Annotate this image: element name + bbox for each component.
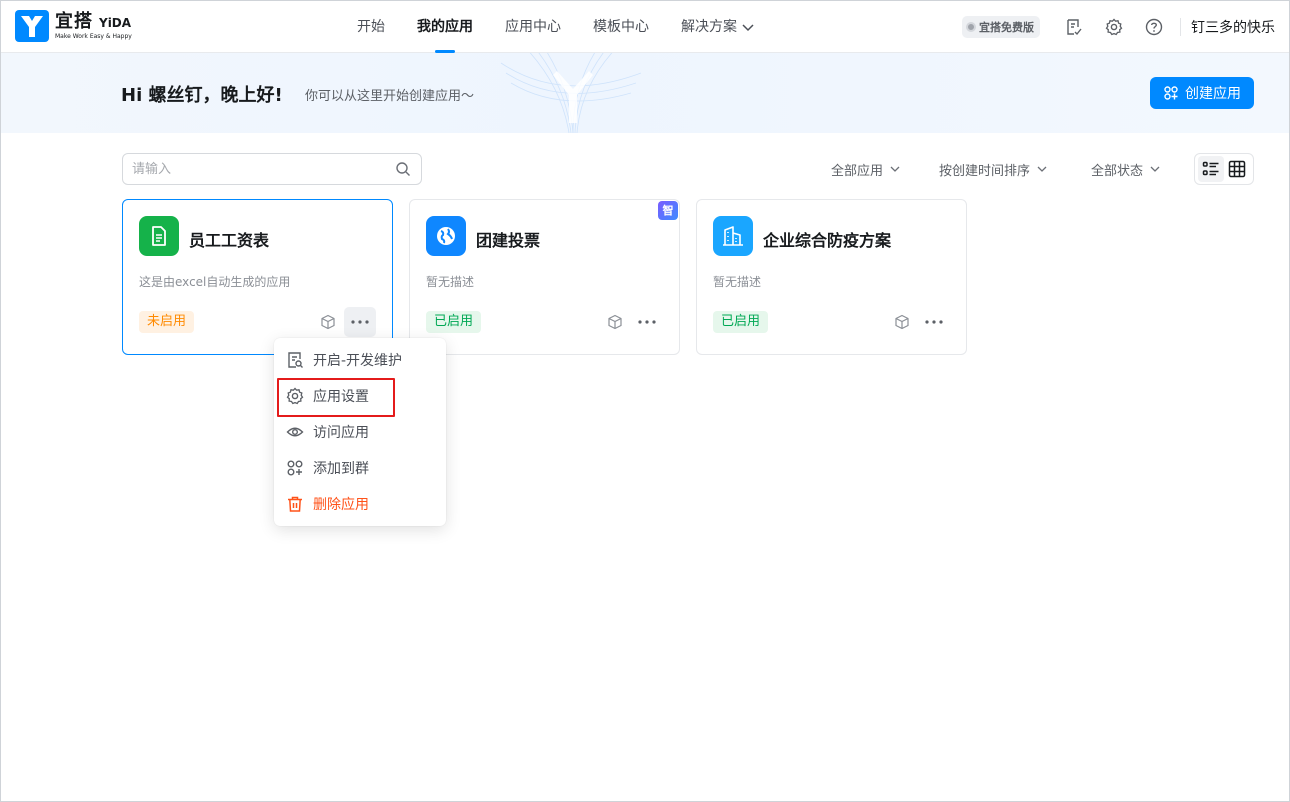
app-description: 暂无描述 <box>713 275 762 289</box>
badge-dot-icon <box>966 22 976 32</box>
cube-icon[interactable] <box>894 314 910 330</box>
yida-logo-icon <box>15 10 49 42</box>
app-description: 这是由excel自动生成的应用 <box>139 275 291 289</box>
ai-tag-badge: 智 <box>658 201 678 220</box>
app-card[interactable]: 智 团建投票 暂无描述 已启用 <box>409 199 680 355</box>
brand-name-en: YiDA <box>99 16 132 30</box>
more-options-button[interactable] <box>918 307 950 337</box>
chevron-down-icon <box>1150 166 1160 172</box>
menu-item-label: 开启-开发维护 <box>313 353 403 369</box>
grid-view-icon[interactable] <box>1224 156 1250 182</box>
app-card[interactable]: 企业综合防疫方案 暂无描述 已启用 <box>696 199 967 355</box>
menu-item-dev-maintain[interactable]: 开启-开发维护 <box>274 342 446 378</box>
eye-icon <box>286 423 304 441</box>
banner-decoration-icon <box>500 53 642 133</box>
app-description: 暂无描述 <box>426 275 475 289</box>
nav-item-start[interactable]: 开始 <box>345 1 397 53</box>
add-group-icon <box>286 459 304 477</box>
status-badge: 已启用 <box>713 311 769 333</box>
sort-dropdown[interactable]: 按创建时间排序 <box>939 153 1048 185</box>
nav-item-app-center[interactable]: 应用中心 <box>493 1 573 53</box>
welcome-banner: Hi 螺丝钉，晚上好! 你可以从这里开始创建应用～ 创建应用 <box>1 53 1289 133</box>
building-icon <box>713 216 753 256</box>
free-edition-badge[interactable]: 宜搭免费版 <box>962 16 1040 38</box>
chevron-down-icon <box>742 24 754 32</box>
more-icon <box>638 320 656 324</box>
menu-item-label: 应用设置 <box>313 389 369 405</box>
nav-item-template-center[interactable]: 模板中心 <box>581 1 661 53</box>
main-nav: 开始 我的应用 应用中心 模板中心 解决方案 <box>341 1 771 53</box>
free-edition-label: 宜搭免费版 <box>979 21 1034 34</box>
more-icon <box>351 320 369 324</box>
more-options-button[interactable] <box>344 307 376 337</box>
settings-icon[interactable] <box>1104 17 1124 37</box>
view-mode-toggle <box>1194 153 1254 185</box>
nav-item-my-apps[interactable]: 我的应用 <box>405 1 485 53</box>
todo-icon[interactable] <box>1064 17 1084 37</box>
brand-name-cn: 宜搭 <box>55 11 93 32</box>
search-input[interactable] <box>123 155 395 183</box>
greeting-title: Hi 螺丝钉，晚上好! <box>121 85 283 106</box>
globe-icon <box>426 216 466 256</box>
top-right-actions: 宜搭免费版 钉三多的快乐 <box>962 1 1289 53</box>
create-app-button[interactable]: 创建应用 <box>1150 77 1254 109</box>
menu-item-label: 添加到群 <box>313 461 369 477</box>
app-filter-label: 全部应用 <box>831 163 884 179</box>
document-icon <box>139 216 179 256</box>
app-name: 企业综合防疫方案 <box>763 231 892 250</box>
chevron-down-icon <box>890 166 900 172</box>
status-filter-dropdown[interactable]: 全部状态 <box>1091 153 1161 185</box>
cube-icon[interactable] <box>320 314 336 330</box>
create-app-icon <box>1164 86 1178 100</box>
list-view-icon[interactable] <box>1198 156 1224 182</box>
status-badge: 已启用 <box>426 311 482 333</box>
menu-item-label: 删除应用 <box>313 497 369 513</box>
menu-item-delete-app[interactable]: 删除应用 <box>274 486 446 522</box>
brand-logo[interactable]: 宜搭 YiDA Make Work Easy & Happy <box>15 10 132 42</box>
search-box <box>122 153 422 185</box>
app-card[interactable]: 员工工资表 这是由excel自动生成的应用 未启用 <box>122 199 393 355</box>
cube-icon[interactable] <box>607 314 623 330</box>
status-filter-label: 全部状态 <box>1091 163 1144 179</box>
nav-item-solutions-label: 解决方案 <box>681 19 737 35</box>
gear-icon <box>286 387 304 405</box>
dev-maintain-icon <box>286 351 304 369</box>
app-context-menu: 开启-开发维护 应用设置 访问应用 添加到群 删除应用 <box>274 338 446 526</box>
menu-item-label: 访问应用 <box>313 425 369 441</box>
app-window: 宜搭 YiDA Make Work Easy & Happy 开始 我的应用 应… <box>0 0 1290 802</box>
more-icon <box>925 320 943 324</box>
sort-label: 按创建时间排序 <box>939 163 1031 179</box>
brand-slogan: Make Work Easy & Happy <box>55 33 132 40</box>
greeting-subtitle: 你可以从这里开始创建应用～ <box>305 89 475 104</box>
app-name: 团建投票 <box>476 231 541 250</box>
nav-item-solutions[interactable]: 解决方案 <box>669 1 767 53</box>
app-filter-dropdown[interactable]: 全部应用 <box>831 153 901 185</box>
search-icon[interactable] <box>395 161 411 177</box>
status-badge: 未启用 <box>139 311 195 333</box>
menu-item-visit-app[interactable]: 访问应用 <box>274 414 446 450</box>
user-name[interactable]: 钉三多的快乐 <box>1191 17 1289 37</box>
app-name: 员工工资表 <box>189 231 270 250</box>
trash-icon <box>286 495 304 513</box>
chevron-down-icon <box>1037 166 1047 172</box>
more-options-button[interactable] <box>631 307 663 337</box>
help-icon[interactable] <box>1144 17 1164 37</box>
top-navigation-bar: 宜搭 YiDA Make Work Easy & Happy 开始 我的应用 应… <box>1 1 1289 53</box>
menu-item-app-settings[interactable]: 应用设置 <box>274 378 446 414</box>
create-app-label: 创建应用 <box>1185 86 1241 102</box>
menu-item-add-to-group[interactable]: 添加到群 <box>274 450 446 486</box>
divider <box>1180 18 1181 36</box>
